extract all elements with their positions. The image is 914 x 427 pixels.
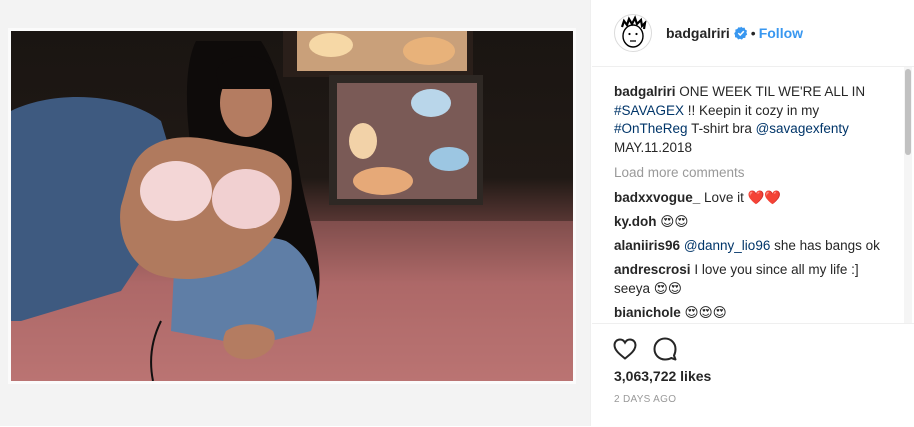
photo-illustration <box>11 31 573 381</box>
caption-text-3: T-shirt bra <box>691 121 752 136</box>
comment-username[interactable]: alaniiris96 <box>614 238 680 253</box>
like-button[interactable] <box>612 336 638 362</box>
post-timestamp[interactable]: 2 DAYS AGO <box>614 394 676 405</box>
post-header: badgalriri • Follow <box>592 0 914 67</box>
caption-hashtag-savagex[interactable]: #SAVAGEX <box>614 103 684 118</box>
comment-button[interactable] <box>652 336 678 362</box>
comment-username[interactable]: ky.doh <box>614 214 657 229</box>
heart-icon <box>613 338 637 360</box>
caption-username[interactable]: badgalriri <box>614 84 676 99</box>
header-separator: • <box>750 25 756 41</box>
comment-text: Love it ❤️❤️ <box>704 190 782 205</box>
follow-button[interactable]: Follow <box>759 25 803 41</box>
comment-item: ky.doh 😍😍 <box>614 212 889 232</box>
comments-scrollbar[interactable] <box>904 67 912 323</box>
header-username-row: badgalriri • Follow <box>666 25 803 41</box>
likes-count[interactable]: 3,063,722 likes <box>614 368 711 384</box>
avatar[interactable] <box>614 14 652 52</box>
comment-item: andrescrosi I love you since all my life… <box>614 260 889 280</box>
verified-badge-icon <box>733 26 747 40</box>
post-actions: 3,063,722 likes 2 DAYS AGO <box>592 323 914 427</box>
polaroid-frame <box>8 28 576 384</box>
comment-item: badxxvogue_ Love it ❤️❤️ <box>614 188 889 208</box>
load-more-comments-button[interactable]: Load more comments <box>614 165 745 180</box>
post-media-pane <box>0 0 591 426</box>
comment-text: I love you since all my life :] <box>694 262 859 277</box>
comment-text: seeya 😍😍 <box>614 281 682 296</box>
post-caption: badgalriri ONE WEEK TIL WE'RE ALL IN #SA… <box>614 83 884 157</box>
comment-username[interactable]: bianichole <box>614 305 681 320</box>
comment-text: 😍😍 <box>660 214 689 229</box>
avatar-sketch-icon <box>620 15 647 48</box>
post-photo[interactable] <box>11 31 573 381</box>
caption-date: MAY.11.2018 <box>614 139 693 155</box>
scrollbar-thumb[interactable] <box>905 69 911 155</box>
caption-hashtag-ontheReg[interactable]: #OnTheReg <box>614 121 688 136</box>
comment-username[interactable]: andrescrosi <box>614 262 691 277</box>
caption-text-2: !! Keepin it cozy in my <box>687 102 820 118</box>
header-username[interactable]: badgalriri <box>666 25 730 41</box>
comment-item: bianichole 😍😍😍 <box>614 303 889 323</box>
caption-mention-savagexfenty[interactable]: @savagexfenty <box>756 121 849 136</box>
comment-text: she has bangs ok <box>774 238 880 253</box>
post-sidebar: badgalriri • Follow badgalriri ONE WEEK TI… <box>592 0 914 426</box>
comment-bubble-icon <box>653 337 677 361</box>
comments-section[interactable]: badgalriri ONE WEEK TIL WE'RE ALL IN #SA… <box>592 67 914 323</box>
comment-item-continued: seeya 😍😍 <box>614 279 889 299</box>
comment-text: 😍😍😍 <box>684 305 727 320</box>
comment-item: alaniiris96 @danny_lio96 she has bangs o… <box>614 236 889 256</box>
comment-mention[interactable]: @danny_lio96 <box>684 238 771 253</box>
caption-text-1: ONE WEEK TIL WE'RE ALL IN <box>679 84 866 99</box>
comment-username[interactable]: badxxvogue_ <box>614 190 700 205</box>
